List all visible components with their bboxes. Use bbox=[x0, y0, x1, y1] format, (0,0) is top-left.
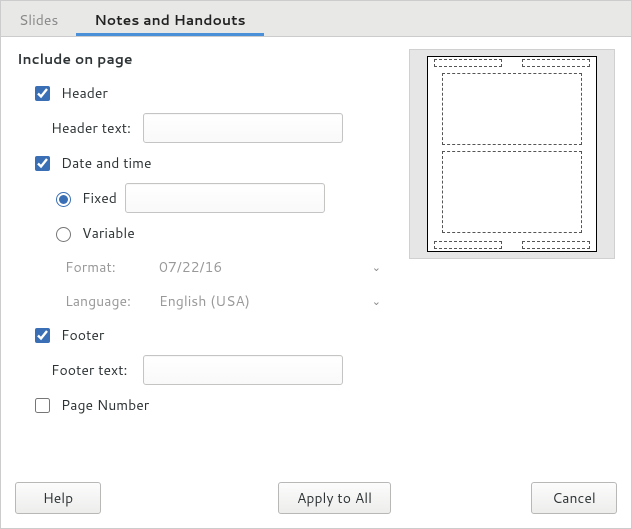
preview-footer-left bbox=[434, 241, 502, 249]
row-language: Language: English (USA) ⌄ bbox=[65, 287, 391, 315]
combo-format[interactable]: 07/22/16 ⌄ bbox=[157, 253, 387, 281]
preview-footer-right bbox=[522, 241, 590, 249]
checkbox-header[interactable] bbox=[35, 86, 50, 101]
radio-variable[interactable] bbox=[56, 227, 71, 242]
chevron-down-icon: ⌄ bbox=[372, 293, 381, 309]
page-preview bbox=[409, 49, 615, 259]
label-format: Format: bbox=[65, 257, 149, 277]
input-header-text[interactable] bbox=[143, 113, 343, 143]
combo-language-value: English (USA) bbox=[159, 291, 250, 311]
label-variable: Variable bbox=[82, 223, 135, 243]
row-footer-text: Footer text: bbox=[51, 355, 391, 385]
row-footer-check: Footer bbox=[31, 321, 391, 349]
tab-bar: Slides Notes and Handouts bbox=[1, 1, 631, 37]
row-variable: Variable bbox=[51, 219, 391, 247]
tab-notes-handouts[interactable]: Notes and Handouts bbox=[76, 1, 263, 36]
combo-format-value: 07/22/16 bbox=[159, 257, 222, 277]
dialog-content: Include on page Header Header text: Date… bbox=[1, 37, 631, 472]
preview-header-right bbox=[522, 59, 590, 67]
checkbox-datetime[interactable] bbox=[35, 156, 50, 171]
section-heading: Include on page bbox=[17, 49, 391, 69]
row-pagenumber-check: Page Number bbox=[31, 391, 391, 419]
checkbox-pagenumber[interactable] bbox=[35, 398, 50, 413]
row-fixed: Fixed bbox=[51, 183, 391, 213]
label-fixed: Fixed bbox=[82, 188, 117, 208]
row-datetime-check: Date and time bbox=[31, 149, 391, 177]
label-footer: Footer bbox=[61, 325, 104, 345]
row-header-text: Header text: bbox=[51, 113, 391, 143]
checkbox-footer[interactable] bbox=[35, 328, 50, 343]
help-button[interactable]: Help bbox=[15, 482, 101, 514]
combo-language[interactable]: English (USA) ⌄ bbox=[157, 287, 387, 315]
label-datetime: Date and time bbox=[61, 153, 152, 173]
preview-page bbox=[427, 56, 597, 252]
tab-slides[interactable]: Slides bbox=[1, 1, 76, 36]
button-bar: Help Apply to All Cancel bbox=[1, 472, 631, 528]
options-panel: Include on page Header Header text: Date… bbox=[17, 49, 391, 464]
label-language: Language: bbox=[65, 291, 149, 311]
input-fixed-date[interactable] bbox=[125, 183, 325, 213]
header-footer-dialog: Slides Notes and Handouts Include on pag… bbox=[0, 0, 632, 529]
row-format: Format: 07/22/16 ⌄ bbox=[65, 253, 391, 281]
cancel-button[interactable]: Cancel bbox=[531, 482, 617, 514]
chevron-down-icon: ⌄ bbox=[372, 259, 381, 275]
preview-header-left bbox=[434, 59, 502, 67]
preview-notes-area bbox=[442, 151, 582, 233]
label-header: Header bbox=[61, 83, 108, 103]
label-footer-text: Footer text: bbox=[51, 360, 135, 380]
radio-fixed[interactable] bbox=[56, 192, 71, 207]
preview-slide-area bbox=[442, 73, 582, 145]
row-header-check: Header bbox=[31, 79, 391, 107]
input-footer-text[interactable] bbox=[143, 355, 343, 385]
label-pagenumber: Page Number bbox=[61, 395, 149, 415]
apply-to-all-button[interactable]: Apply to All bbox=[278, 482, 391, 514]
label-header-text: Header text: bbox=[51, 118, 135, 138]
